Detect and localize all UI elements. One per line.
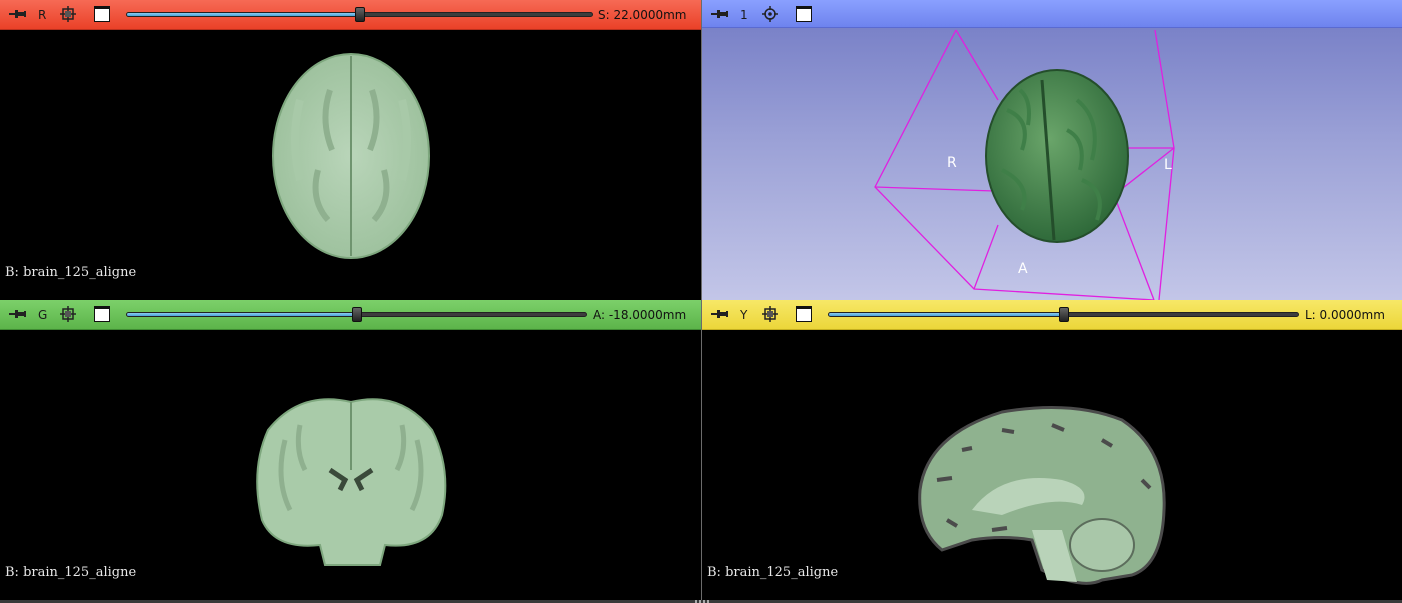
orientation-label-right: R xyxy=(947,155,957,171)
pin-icon[interactable] xyxy=(9,309,27,319)
vertical-splitter[interactable] xyxy=(701,0,702,600)
slider-thumb[interactable] xyxy=(1058,307,1069,322)
green-view-controller-bar: G A: -18.0000mm xyxy=(0,300,701,330)
link-icon[interactable] xyxy=(762,306,778,322)
brain-surface-model xyxy=(985,69,1129,243)
slider-fill xyxy=(829,313,1064,316)
coronal-brain-slice xyxy=(256,398,447,566)
slice-offset-slider[interactable] xyxy=(828,307,1299,322)
slider-thumb[interactable] xyxy=(351,307,362,322)
axial-brain-slice xyxy=(272,53,430,259)
view-label: G xyxy=(38,308,48,322)
slice-offset-value: S: 22.0000mm xyxy=(598,8,687,22)
window-icon[interactable] xyxy=(94,306,110,322)
link-icon[interactable] xyxy=(60,6,76,22)
slice-offset-slider[interactable] xyxy=(126,307,587,322)
view-label: R xyxy=(38,8,47,22)
yellow-view-controller-bar: Y L: 0.0000mm xyxy=(702,300,1402,330)
background-volume-label: B: brain_125_aligne xyxy=(5,265,137,280)
background-volume-label: B: brain_125_aligne xyxy=(5,565,137,580)
window-icon[interactable] xyxy=(796,306,812,322)
pin-icon[interactable] xyxy=(9,9,27,19)
yellow-slice-view[interactable]: Y L: 0.0000mm B: brain_125_aligne xyxy=(702,300,1402,600)
pin-icon[interactable] xyxy=(711,309,729,319)
red-slice-view[interactable]: R S: 22.0000mm B: brain_125_aligne xyxy=(0,0,701,300)
slice-offset-slider[interactable] xyxy=(126,7,593,22)
red-view-controller-bar: R S: 22.0000mm xyxy=(0,0,701,30)
slider-fill xyxy=(127,13,360,16)
sagittal-brain-slice xyxy=(918,406,1166,585)
slider-thumb[interactable] xyxy=(354,7,365,22)
green-slice-view[interactable]: G A: -18.0000mm B: brain_125_aligne xyxy=(0,300,701,600)
3d-view[interactable]: 1 R L A xyxy=(702,0,1402,300)
background-volume-label: B: brain_125_aligne xyxy=(707,565,839,580)
window-icon[interactable] xyxy=(94,6,110,22)
view-label: Y xyxy=(740,308,748,322)
slice-offset-value: A: -18.0000mm xyxy=(593,308,687,322)
link-icon[interactable] xyxy=(60,306,76,322)
slice-offset-value: L: 0.0000mm xyxy=(1305,308,1385,322)
slider-fill xyxy=(127,313,357,316)
3d-render-scene xyxy=(874,29,1175,300)
orientation-label-left: L xyxy=(1164,157,1172,173)
orientation-label-anterior: A xyxy=(1018,261,1028,277)
